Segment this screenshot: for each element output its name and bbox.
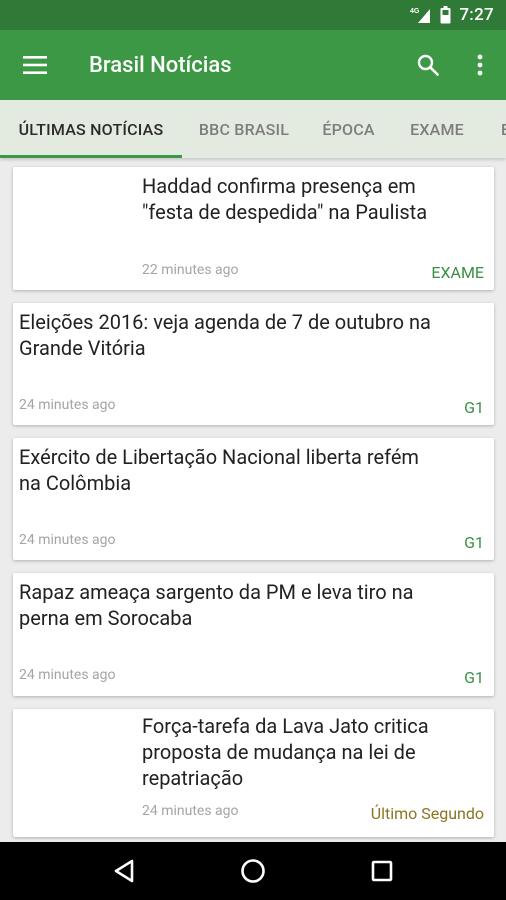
recents-square-icon [371, 860, 392, 882]
recents-button[interactable] [357, 846, 407, 896]
battery-icon [440, 6, 451, 24]
source-label: Último Segundo [370, 804, 484, 823]
tab-ultimas-noticias[interactable]: ÚLTIMAS NOTÍCIAS [0, 100, 182, 158]
news-card[interactable]: Rapaz ameaça sargento da PM e leva tiro … [13, 573, 494, 696]
hamburger-menu-icon [23, 56, 47, 74]
source-label: EXAME [431, 263, 484, 282]
source-tabs: ÚLTIMAS NOTÍCIAS BBC BRASIL ÉPOCA EXAME … [0, 100, 506, 158]
app-title: Brasil Notícias [89, 52, 232, 78]
status-bar: 4G 7:27 [0, 0, 506, 30]
news-card[interactable]: Força-tarefa da Lava Jato critica propos… [13, 709, 494, 837]
tab-epoca[interactable]: ÉPOCA [306, 100, 391, 158]
more-vert-icon [477, 54, 483, 76]
home-button[interactable] [228, 846, 278, 896]
tab-next-partial[interactable]: E [483, 100, 506, 158]
source-label: G1 [464, 668, 484, 687]
timestamp: 22 minutes ago [142, 262, 239, 278]
overflow-menu-button[interactable] [454, 30, 506, 100]
source-label: G1 [464, 398, 484, 417]
back-triangle-icon [115, 859, 134, 883]
source-label: G1 [464, 533, 484, 552]
news-card[interactable]: Haddad confirma presença em "festa de de… [13, 167, 494, 290]
news-feed[interactable]: Haddad confirma presença em "festa de de… [0, 158, 506, 842]
timestamp: 24 minutes ago [19, 667, 116, 683]
network-type-label: 4G [410, 8, 420, 15]
system-nav-bar [0, 842, 506, 900]
headline: Haddad confirma presença em "festa de de… [142, 174, 428, 224]
search-icon [417, 54, 439, 76]
home-circle-icon [241, 859, 265, 883]
timestamp: 24 minutes ago [19, 397, 116, 413]
tab-bbc-brasil[interactable]: BBC BRASIL [182, 100, 306, 158]
timestamp: 24 minutes ago [142, 803, 239, 819]
timestamp: 24 minutes ago [19, 532, 116, 548]
tab-exame[interactable]: EXAME [391, 100, 483, 158]
headline: Rapaz ameaça sargento da PM e leva tiro … [19, 580, 414, 630]
signal-icon: 4G [410, 6, 432, 24]
news-card[interactable]: Eleições 2016: veja agenda de 7 de outub… [13, 303, 494, 425]
headline: Exército de Libertação Nacional liberta … [19, 445, 419, 495]
clock: 7:27 [459, 5, 494, 25]
news-card[interactable]: Exército de Libertação Nacional liberta … [13, 438, 494, 560]
headline: Força-tarefa da Lava Jato critica propos… [142, 714, 429, 790]
search-button[interactable] [402, 30, 454, 100]
menu-button[interactable] [0, 30, 70, 100]
app-bar: Brasil Notícias [0, 30, 506, 100]
back-button[interactable] [99, 846, 149, 896]
headline: Eleições 2016: veja agenda de 7 de outub… [19, 310, 431, 360]
